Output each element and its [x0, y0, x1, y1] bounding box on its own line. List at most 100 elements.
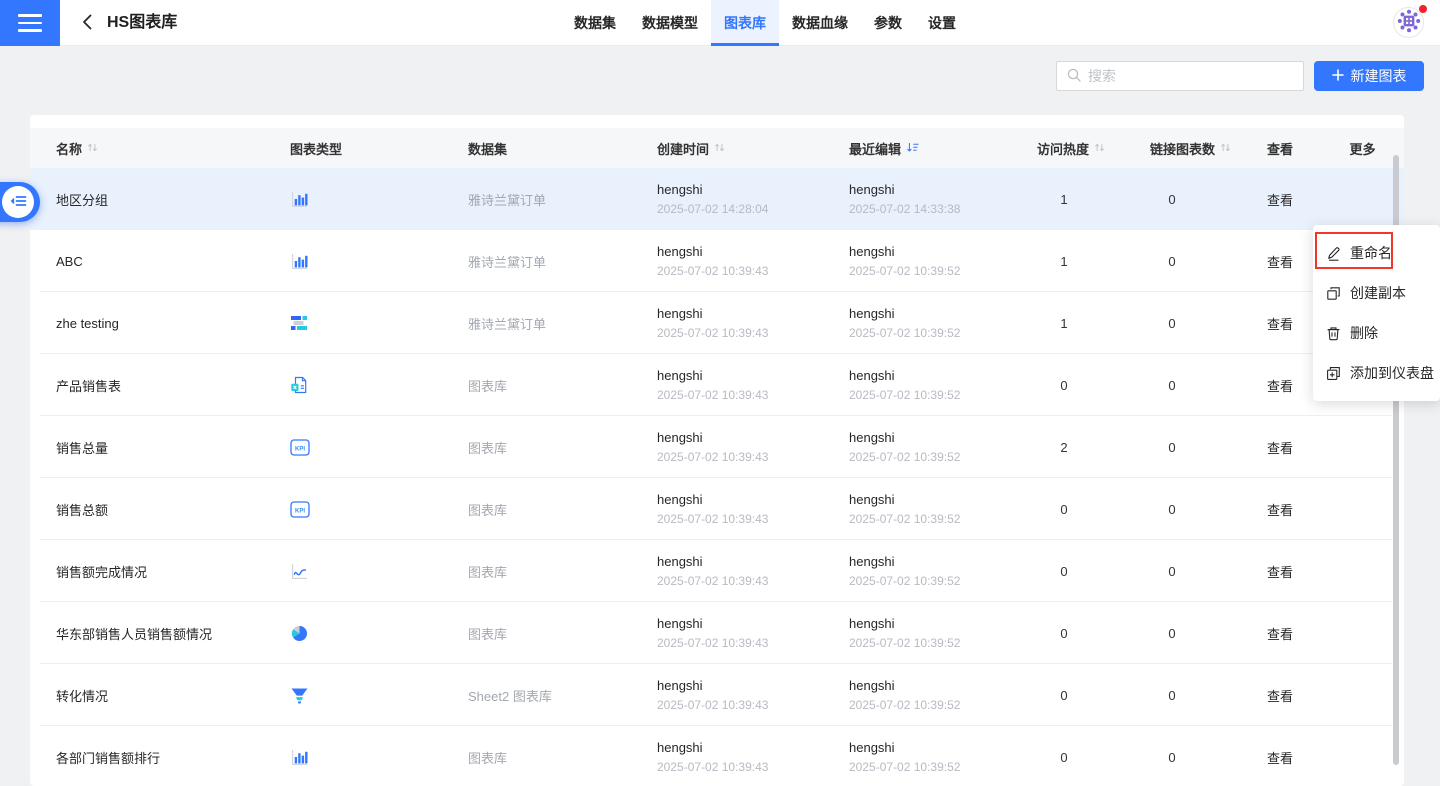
table-row[interactable]: ABC 雅诗兰黛订单 hengshi 2025-07-02 10:39:43 h…: [30, 230, 1404, 292]
visit-heat: 0: [1019, 378, 1109, 393]
nav-tab[interactable]: 数据模型: [629, 0, 711, 46]
table-header-label: 名称: [56, 139, 82, 158]
table-header-cell: 数据集: [468, 139, 657, 158]
nav-tab-label: 数据集: [574, 15, 616, 31]
funnel-chart-icon: [290, 687, 468, 704]
nav-tab[interactable]: 数据集: [561, 0, 629, 46]
edited-cell: hengshi 2025-07-02 10:39:52: [849, 367, 1019, 404]
pie-chart-icon: [290, 624, 468, 643]
more-actions-button[interactable]: [1352, 560, 1374, 582]
plus-icon: [1332, 68, 1344, 84]
chart-name: zhe testing: [56, 316, 290, 331]
view-link[interactable]: 查看: [1267, 751, 1293, 766]
table-header-cell[interactable]: 访问热度: [1019, 139, 1109, 158]
table-row[interactable]: 产品销售表 图表库 hengshi 2025-07-02 10:39:43 he…: [30, 354, 1404, 416]
new-chart-button[interactable]: 新建图表: [1314, 61, 1424, 91]
created-cell: hengshi 2025-07-02 10:39:43: [657, 553, 849, 590]
table-row[interactable]: 华东部销售人员销售额情况 图表库 hengshi 2025-07-02 10:3…: [30, 602, 1404, 664]
table-header-label: 创建时间: [657, 139, 709, 158]
search-icon: [1067, 68, 1081, 85]
sidebar-expand-toggle[interactable]: [0, 182, 40, 222]
table-row[interactable]: 各部门销售额排行 图表库 hengshi 2025-07-02 10:39:43…: [30, 726, 1404, 786]
context-menu-item-label: 删除: [1350, 323, 1378, 343]
sort-icon: [87, 141, 98, 156]
edited-cell: hengshi 2025-07-02 10:39:52: [849, 429, 1019, 466]
view-link[interactable]: 查看: [1267, 627, 1293, 642]
linked-chart-count: 0: [1109, 378, 1235, 393]
view-link[interactable]: 查看: [1267, 503, 1293, 518]
nav-tab[interactable]: 数据血缘: [779, 0, 861, 46]
view-link[interactable]: 查看: [1267, 565, 1293, 580]
edited-by: hengshi: [849, 615, 1019, 632]
nav-tab[interactable]: 参数: [861, 0, 915, 46]
created-cell: hengshi 2025-07-02 10:39:43: [657, 677, 849, 714]
view-link[interactable]: 查看: [1267, 689, 1293, 704]
table-row[interactable]: 销售总量 KPI 图表库 hengshi 2025-07-02 10:39:43…: [30, 416, 1404, 478]
hamburger-menu-button[interactable]: [0, 0, 60, 46]
new-chart-button-label: 新建图表: [1351, 66, 1407, 86]
table-row[interactable]: 地区分组 雅诗兰黛订单 hengshi 2025-07-02 14:28:04 …: [30, 168, 1404, 230]
edited-by: hengshi: [849, 491, 1019, 508]
linked-chart-count: 0: [1109, 254, 1235, 269]
view-link[interactable]: 查看: [1267, 255, 1293, 270]
visit-heat: 0: [1019, 626, 1109, 641]
search-input[interactable]: [1088, 68, 1293, 84]
dataset-name: 图表库: [468, 438, 657, 457]
edited-by: hengshi: [849, 305, 1019, 322]
table-header-cell[interactable]: 最近编辑: [849, 139, 1019, 158]
more-actions-button[interactable]: [1352, 746, 1374, 768]
table-row[interactable]: zhe testing 雅诗兰黛订单 hengshi 2025-07-02 10…: [30, 292, 1404, 354]
table-header-label: 链接图表数: [1150, 139, 1215, 158]
more-actions-button[interactable]: [1352, 684, 1374, 706]
nav-tab[interactable]: 图表库: [711, 0, 779, 46]
created-at: 2025-07-02 10:39:43: [657, 697, 849, 714]
context-menu-item[interactable]: 添加到仪表盘: [1313, 353, 1440, 393]
context-menu-item[interactable]: 删除: [1313, 313, 1440, 353]
view-link[interactable]: 查看: [1267, 317, 1293, 332]
dataset-name: 雅诗兰黛订单: [468, 252, 657, 271]
linked-chart-count: 0: [1109, 316, 1235, 331]
page-title: HS图表库: [107, 0, 177, 46]
context-menu-item[interactable]: 创建副本: [1313, 273, 1440, 313]
more-actions-button[interactable]: [1352, 188, 1374, 210]
view-link[interactable]: 查看: [1267, 441, 1293, 456]
table-header-row: 名称 图表类型 数据集 创建时间 最近编辑 访问热度 链接图表数 查看 更多: [30, 128, 1404, 168]
table-header-cell[interactable]: 名称: [56, 139, 290, 158]
view-link[interactable]: 查看: [1267, 379, 1293, 394]
nav-tab-label: 数据血缘: [792, 15, 848, 31]
more-actions-button[interactable]: [1352, 436, 1374, 458]
created-at: 2025-07-02 10:39:43: [657, 511, 849, 528]
created-cell: hengshi 2025-07-02 10:39:43: [657, 491, 849, 528]
table-chart-icon: [290, 314, 468, 332]
sort-icon: [1094, 141, 1105, 156]
edited-at: 2025-07-02 10:39:52: [849, 387, 1019, 404]
linked-chart-count: 0: [1109, 688, 1235, 703]
nav-tab-label: 设置: [928, 15, 956, 31]
more-actions-button[interactable]: [1352, 498, 1374, 520]
edited-by: hengshi: [849, 429, 1019, 446]
nav-tab[interactable]: 设置: [915, 0, 969, 46]
created-at: 2025-07-02 14:28:04: [657, 201, 849, 218]
chart-name: 转化情况: [56, 686, 290, 705]
created-cell: hengshi 2025-07-02 10:39:43: [657, 243, 849, 280]
nav-tabs: 数据集 数据模型 图表库 数据血缘 参数 设置: [561, 0, 969, 46]
table-header-label: 最近编辑: [849, 139, 901, 158]
dataset-name: 图表库: [468, 748, 657, 767]
back-button[interactable]: [74, 0, 100, 46]
chart-name: 地区分组: [56, 190, 290, 209]
table-header-cell[interactable]: 链接图表数: [1109, 139, 1235, 158]
more-actions-button[interactable]: [1352, 622, 1374, 644]
table-row[interactable]: 销售额完成情况 图表库 hengshi 2025-07-02 10:39:43 …: [30, 540, 1404, 602]
sort-icon: [714, 141, 725, 156]
edited-by: hengshi: [849, 739, 1019, 756]
view-link[interactable]: 查看: [1267, 193, 1293, 208]
visit-heat: 0: [1019, 564, 1109, 579]
table-header-cell[interactable]: 创建时间: [657, 139, 849, 158]
svg-text:KPI: KPI: [295, 446, 305, 452]
kpi-icon: KPI: [290, 501, 468, 518]
context-menu-item[interactable]: 重命名: [1313, 233, 1440, 273]
search-box[interactable]: [1056, 61, 1304, 91]
table-row[interactable]: 销售总额 KPI 图表库 hengshi 2025-07-02 10:39:43…: [30, 478, 1404, 540]
table-row[interactable]: 转化情况 Sheet2 图表库 hengshi 2025-07-02 10:39…: [30, 664, 1404, 726]
created-cell: hengshi 2025-07-02 10:39:43: [657, 367, 849, 404]
